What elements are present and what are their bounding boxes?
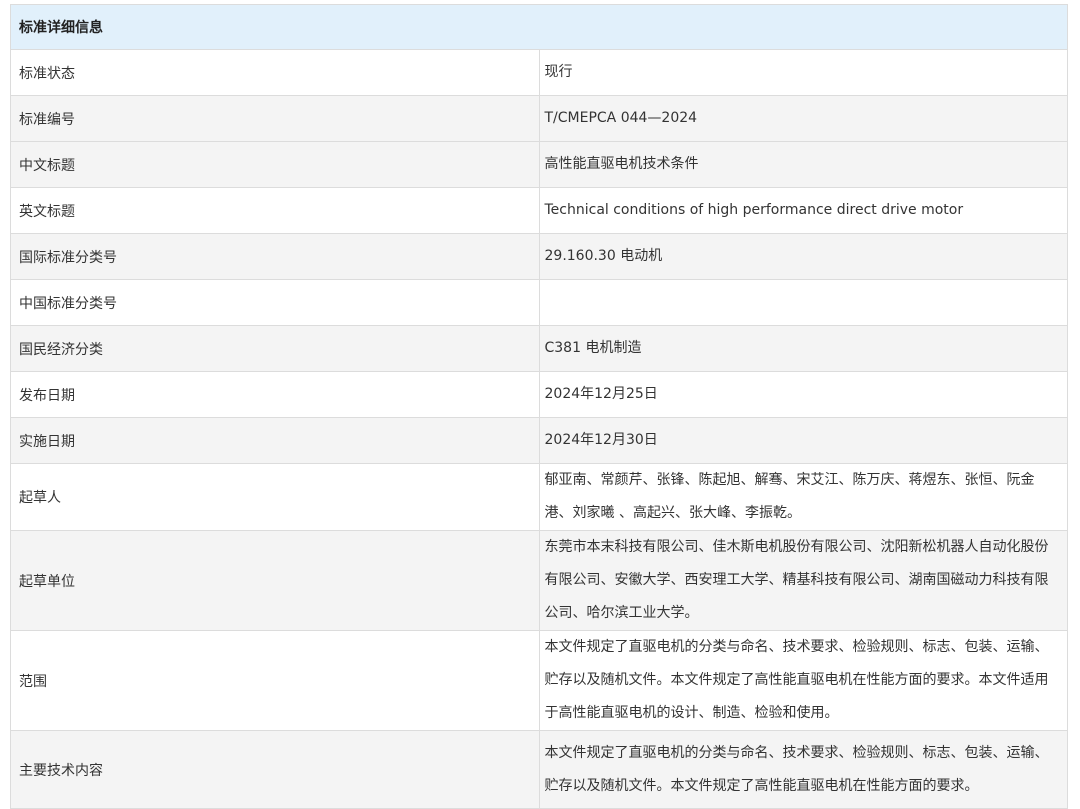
row-value: 2024年12月25日 bbox=[538, 371, 1068, 418]
row-drafters: 起草人 郁亚南、常颜芹、张锋、陈起旭、解骞、宋艾江、陈万庆、蒋煜东、张恒、阮金港… bbox=[10, 463, 1068, 531]
row-drafting-units: 起草单位 东莞市本末科技有限公司、佳木斯电机股份有限公司、沈阳新松机器人自动化股… bbox=[10, 530, 1068, 631]
row-value: 本文件规定了直驱电机的分类与命名、技术要求、检验规则、标志、包装、运输、贮存以及… bbox=[538, 630, 1068, 731]
table-header-row: 标准详细信息 bbox=[10, 4, 1068, 50]
row-value: 本文件规定了直驱电机的分类与命名、技术要求、检验规则、标志、包装、运输、贮存以及… bbox=[538, 730, 1068, 809]
row-scope: 范围 本文件规定了直驱电机的分类与命名、技术要求、检验规则、标志、包装、运输、贮… bbox=[10, 630, 1068, 731]
row-value: 29.160.30 电动机 bbox=[538, 233, 1068, 280]
standard-detail-panel: 标准详细信息 标准状态 现行 标准编号 T/CMEPCA 044—2024 中文… bbox=[10, 4, 1068, 809]
standard-detail-table: 标准详细信息 标准状态 现行 标准编号 T/CMEPCA 044—2024 中文… bbox=[10, 4, 1068, 809]
row-value bbox=[538, 279, 1068, 326]
row-chinese-title: 中文标题 高性能直驱电机技术条件 bbox=[10, 141, 1068, 188]
row-label: 实施日期 bbox=[10, 417, 540, 464]
row-label: 起草人 bbox=[10, 463, 540, 531]
row-value: Technical conditions of high performance… bbox=[538, 187, 1068, 234]
row-value: T/CMEPCA 044—2024 bbox=[538, 95, 1068, 142]
row-standard-number: 标准编号 T/CMEPCA 044—2024 bbox=[10, 95, 1068, 142]
row-label: 中文标题 bbox=[10, 141, 540, 188]
row-value: 郁亚南、常颜芹、张锋、陈起旭、解骞、宋艾江、陈万庆、蒋煜东、张恒、阮金港、刘家曦… bbox=[538, 463, 1068, 531]
row-economic-classification: 国民经济分类 C381 电机制造 bbox=[10, 325, 1068, 372]
row-label: 主要技术内容 bbox=[10, 730, 540, 809]
row-value: C381 电机制造 bbox=[538, 325, 1068, 372]
row-label: 中国标准分类号 bbox=[10, 279, 540, 326]
row-ccs: 中国标准分类号 bbox=[10, 279, 1068, 326]
row-value: 东莞市本末科技有限公司、佳木斯电机股份有限公司、沈阳新松机器人自动化股份有限公司… bbox=[538, 530, 1068, 631]
row-implementation-date: 实施日期 2024年12月30日 bbox=[10, 417, 1068, 464]
row-label: 标准编号 bbox=[10, 95, 540, 142]
table-title: 标准详细信息 bbox=[10, 4, 1068, 50]
row-main-technical-content: 主要技术内容 本文件规定了直驱电机的分类与命名、技术要求、检验规则、标志、包装、… bbox=[10, 730, 1068, 809]
row-label: 国民经济分类 bbox=[10, 325, 540, 372]
row-value: 2024年12月30日 bbox=[538, 417, 1068, 464]
row-label: 标准状态 bbox=[10, 49, 540, 96]
row-publish-date: 发布日期 2024年12月25日 bbox=[10, 371, 1068, 418]
row-english-title: 英文标题 Technical conditions of high perfor… bbox=[10, 187, 1068, 234]
row-label: 发布日期 bbox=[10, 371, 540, 418]
row-value: 高性能直驱电机技术条件 bbox=[538, 141, 1068, 188]
row-value: 现行 bbox=[538, 49, 1068, 96]
row-ics: 国际标准分类号 29.160.30 电动机 bbox=[10, 233, 1068, 280]
row-label: 英文标题 bbox=[10, 187, 540, 234]
row-status: 标准状态 现行 bbox=[10, 49, 1068, 96]
row-label: 范围 bbox=[10, 630, 540, 731]
row-label: 国际标准分类号 bbox=[10, 233, 540, 280]
row-label: 起草单位 bbox=[10, 530, 540, 631]
